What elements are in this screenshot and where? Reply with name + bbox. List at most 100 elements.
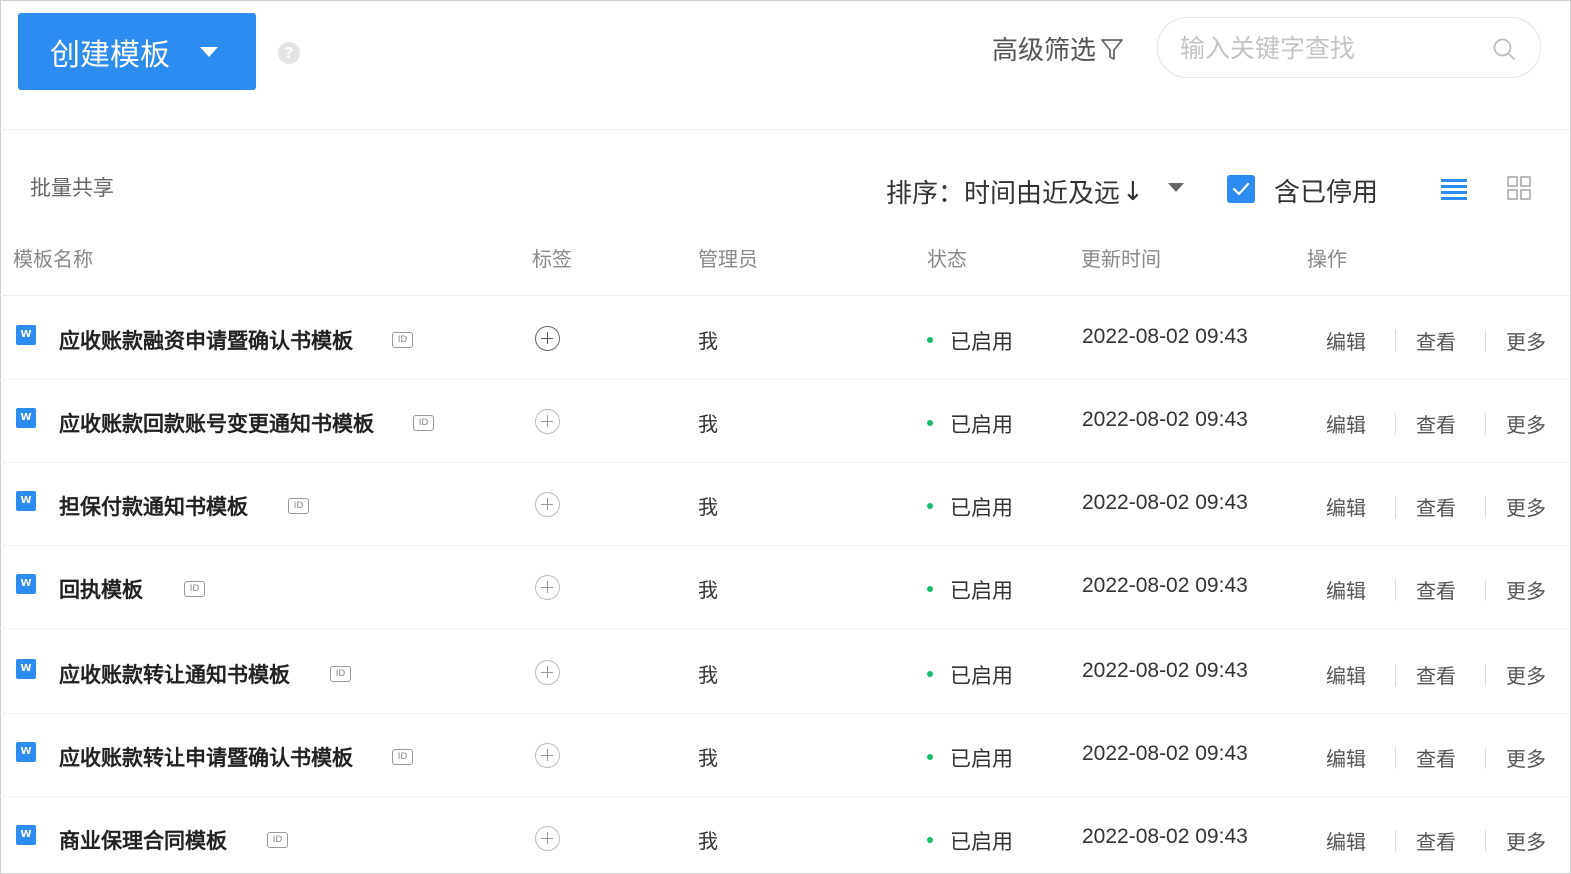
more-button[interactable]: 更多 <box>1506 409 1546 438</box>
id-icon[interactable]: ID <box>392 332 413 348</box>
template-name[interactable]: 应收账款融资申请暨确认书模板 <box>59 325 353 355</box>
top-bar: 创建模板 ? 高级筛选 <box>0 0 1569 130</box>
table-row[interactable]: W 担保付款通知书模板 ID 我 已启用 2022-08-02 09:43 编辑 查看 更多 <box>0 463 1569 546</box>
edit-button[interactable]: 编辑 <box>1326 409 1366 438</box>
status-value: 已启用 <box>950 830 1013 854</box>
id-icon[interactable]: ID <box>288 498 309 514</box>
view-button[interactable]: 查看 <box>1416 826 1456 855</box>
id-icon[interactable]: ID <box>267 832 288 848</box>
admin-value: 我 <box>698 829 718 853</box>
template-name[interactable]: 商业保理合同模板 <box>59 825 227 855</box>
view-button[interactable]: 查看 <box>1416 660 1456 689</box>
admin-value: 我 <box>698 578 718 602</box>
updated-time: 2022-08-02 09:43 <box>1082 408 1248 431</box>
id-icon[interactable]: ID <box>330 666 351 682</box>
table-row[interactable]: W 应收账款转让申请暨确认书模板 ID 我 已启用 2022-08-02 09:43 编辑 查… <box>0 714 1569 797</box>
action-divider <box>1485 496 1486 518</box>
search-box <box>1157 17 1541 78</box>
batch-share-button[interactable]: 批量共享 <box>30 172 114 202</box>
table-row[interactable]: W 应收账款转让通知书模板 ID 我 已启用 2022-08-02 09:43 编辑 查看 更多 <box>0 631 1569 714</box>
chevron-down-icon[interactable] <box>200 47 218 57</box>
add-tag-icon[interactable] <box>535 660 560 685</box>
help-icon[interactable]: ? <box>278 42 300 64</box>
template-name[interactable]: 担保付款通知书模板 <box>59 491 248 521</box>
updated-time: 2022-08-02 09:43 <box>1082 325 1248 348</box>
more-button[interactable]: 更多 <box>1506 660 1546 689</box>
status-value: 已启用 <box>950 413 1013 437</box>
view-button[interactable]: 查看 <box>1416 575 1456 604</box>
list-view-icon[interactable] <box>1441 178 1467 200</box>
search-input[interactable] <box>1180 28 1480 68</box>
word-doc-icon: W <box>16 659 36 679</box>
col-updated-header: 更新时间 <box>1081 247 1161 271</box>
action-divider <box>1485 664 1486 686</box>
more-button[interactable]: 更多 <box>1506 743 1546 772</box>
advanced-filter-label: 高级筛选 <box>992 36 1097 66</box>
create-template-label: 创建模板 <box>50 37 170 73</box>
col-actions-header: 操作 <box>1307 247 1347 271</box>
edit-button[interactable]: 编辑 <box>1326 492 1366 521</box>
include-disabled-checkbox[interactable] <box>1227 175 1255 203</box>
template-name[interactable]: 应收账款转让申请暨确认书模板 <box>59 742 353 772</box>
action-divider <box>1485 747 1486 769</box>
more-button[interactable]: 更多 <box>1506 492 1546 521</box>
action-divider <box>1395 496 1396 518</box>
filter-icon <box>1101 38 1123 60</box>
word-doc-icon: W <box>16 408 36 428</box>
grid-view-icon[interactable] <box>1507 176 1531 200</box>
edit-button[interactable]: 编辑 <box>1326 326 1366 355</box>
action-divider <box>1395 413 1396 435</box>
add-tag-icon[interactable] <box>535 492 560 517</box>
status-value: 已启用 <box>950 330 1013 354</box>
status-value: 已启用 <box>950 747 1013 771</box>
add-tag-icon[interactable] <box>535 575 560 600</box>
edit-button[interactable]: 编辑 <box>1326 743 1366 772</box>
edit-button[interactable]: 编辑 <box>1326 826 1366 855</box>
add-tag-icon[interactable] <box>535 743 560 768</box>
search-icon[interactable] <box>1492 37 1516 61</box>
status-dot <box>927 754 933 760</box>
advanced-filter-button[interactable]: 高级筛选 <box>992 30 1125 67</box>
template-name[interactable]: 应收账款转让通知书模板 <box>59 659 290 689</box>
status-dot <box>927 503 933 509</box>
edit-button[interactable]: 编辑 <box>1326 660 1366 689</box>
status-value: 已启用 <box>950 664 1013 688</box>
include-disabled-label[interactable]: 含已停用 <box>1274 172 1378 209</box>
sort-direction-icon: ↓ <box>1122 176 1144 207</box>
more-button[interactable]: 更多 <box>1506 826 1546 855</box>
status-value: 已启用 <box>950 579 1013 603</box>
col-admin-header: 管理员 <box>698 247 758 271</box>
table-row[interactable]: W 应收账款融资申请暨确认书模板 ID 我 已启用 2022-08-02 09:43 编辑 查… <box>0 297 1569 380</box>
table-header: 模板名称 标签 管理员 状态 更新时间 操作 <box>0 230 1569 296</box>
table-row[interactable]: W 商业保理合同模板 ID 我 已启用 2022-08-02 09:43 编辑 查看 更多 <box>0 797 1569 874</box>
updated-time: 2022-08-02 09:43 <box>1082 659 1248 682</box>
sort-dropdown[interactable]: 排序：时间由近及远 ↓ <box>886 173 1144 210</box>
status-dot <box>927 586 933 592</box>
checkmark-icon <box>1232 182 1250 196</box>
template-name[interactable]: 回执模板 <box>59 574 143 604</box>
status-dot <box>927 337 933 343</box>
id-icon[interactable]: ID <box>413 415 434 431</box>
word-doc-icon: W <box>16 742 36 762</box>
more-button[interactable]: 更多 <box>1506 575 1546 604</box>
view-button[interactable]: 查看 <box>1416 492 1456 521</box>
add-tag-icon[interactable] <box>535 826 560 851</box>
add-tag-icon[interactable] <box>535 326 560 351</box>
view-button[interactable]: 查看 <box>1416 409 1456 438</box>
template-name[interactable]: 应收账款回款账号变更通知书模板 <box>59 408 374 438</box>
table-row[interactable]: W 回执模板 ID 我 已启用 2022-08-02 09:43 编辑 查看 更多 <box>0 546 1569 629</box>
view-button[interactable]: 查看 <box>1416 326 1456 355</box>
updated-time: 2022-08-02 09:43 <box>1082 491 1248 514</box>
status-dot <box>927 671 933 677</box>
sort-chevron-down-icon[interactable] <box>1168 183 1184 192</box>
create-template-button[interactable]: 创建模板 <box>18 13 256 90</box>
table-row[interactable]: W 应收账款回款账号变更通知书模板 ID 我 已启用 2022-08-02 09:43 编辑… <box>0 380 1569 463</box>
more-button[interactable]: 更多 <box>1506 326 1546 355</box>
edit-button[interactable]: 编辑 <box>1326 575 1366 604</box>
id-icon[interactable]: ID <box>184 581 205 597</box>
col-status-header: 状态 <box>927 247 967 271</box>
id-icon[interactable]: ID <box>392 749 413 765</box>
add-tag-icon[interactable] <box>535 409 560 434</box>
view-button[interactable]: 查看 <box>1416 743 1456 772</box>
status-dot <box>927 420 933 426</box>
